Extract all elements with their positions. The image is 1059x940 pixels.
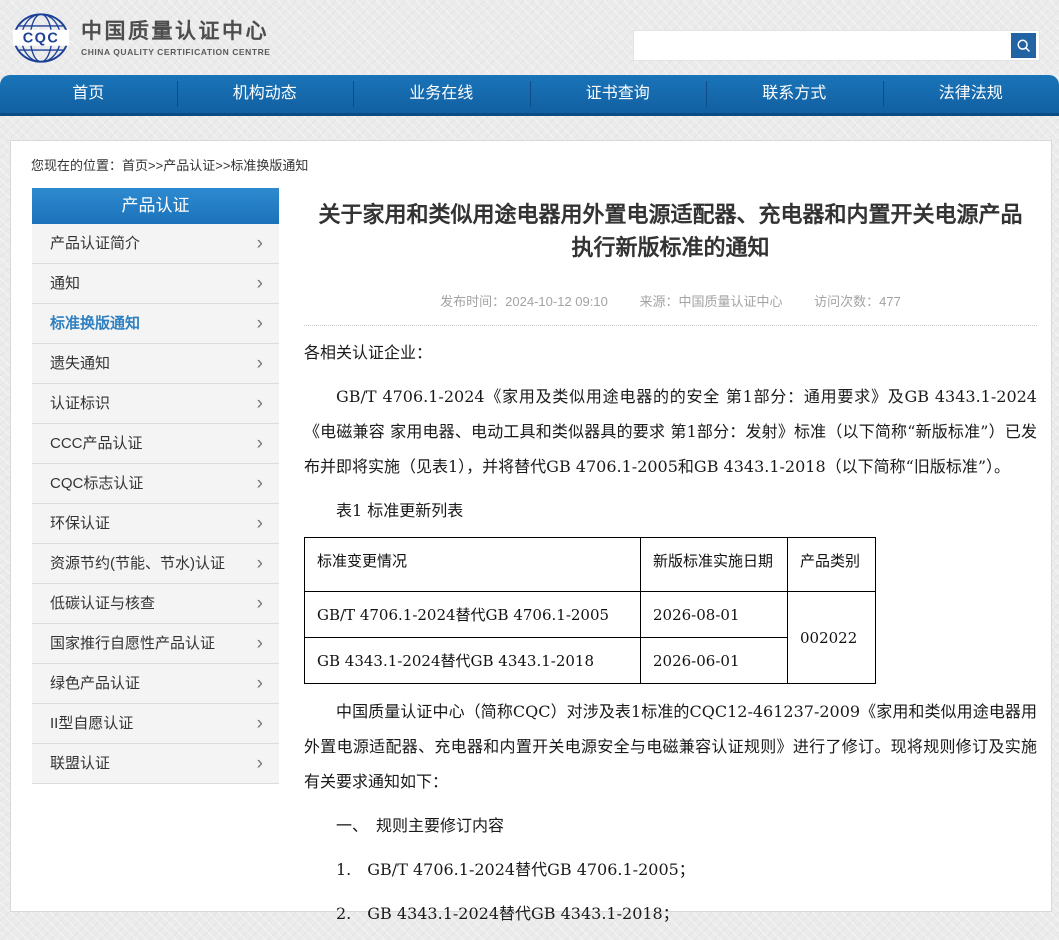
table-cell-date: 2026-06-01 <box>641 638 788 684</box>
nav-item-home[interactable]: 首页 <box>0 75 177 113</box>
chevron-right-icon: › <box>257 384 263 424</box>
search-input[interactable] <box>634 31 1039 60</box>
chevron-right-icon: › <box>257 344 263 384</box>
sidebar-item-environmental-cert[interactable]: 环保认证 › <box>32 504 279 544</box>
breadcrumb: 您现在的位置：首页>>产品认证>>标准换版通知 <box>11 141 1051 174</box>
table-header-row: 标准变更情况 新版标准实施日期 产品类别 <box>305 538 876 592</box>
publish-time-label: 发布时间： <box>440 294 505 309</box>
chevron-right-icon: › <box>257 704 263 744</box>
content-panel: 您现在的位置：首页>>产品认证>>标准换版通知 产品认证 产品认证简介 › 通知… <box>10 140 1052 912</box>
logo-acronym: CQC <box>23 30 60 46</box>
sidebar-item-type2-voluntary-cert[interactable]: II型自愿认证 › <box>32 704 279 744</box>
table-header-change: 标准变更情况 <box>305 538 641 592</box>
search-icon <box>1015 37 1032 54</box>
sidebar: 产品认证 产品认证简介 › 通知 › 标准换版通知 › 遗失通知 › 认证标识 … <box>32 188 279 784</box>
chevron-right-icon: › <box>257 584 263 624</box>
logo-title-en: CHINA QUALITY CERTIFICATION CENTRE <box>81 47 270 57</box>
breadcrumb-link-home[interactable]: 首页 <box>122 158 148 173</box>
chevron-right-icon: › <box>257 624 263 664</box>
sidebar-title: 产品认证 <box>32 188 279 224</box>
article-paragraph: GB/T 4706.1-2024《家用及类似用途电器的的安全 第1部分：通用要求… <box>304 379 1037 484</box>
publish-time-value: 2024-10-12 09:10 <box>505 294 608 309</box>
nav-item-contact[interactable]: 联系方式 <box>706 75 883 113</box>
breadcrumb-link-standard-change-notice[interactable]: 标准换版通知 <box>230 158 308 173</box>
cqc-globe-icon: CQC <box>12 9 70 67</box>
chevron-right-icon: › <box>257 304 263 344</box>
chevron-right-icon: › <box>257 224 263 264</box>
sidebar-item-notice[interactable]: 通知 › <box>32 264 279 304</box>
search-button[interactable] <box>1011 33 1036 58</box>
sidebar-item-national-voluntary-cert[interactable]: 国家推行自愿性产品认证 › <box>32 624 279 664</box>
chevron-right-icon: › <box>257 664 263 704</box>
article-paragraph: 各相关认证企业： <box>304 335 1037 370</box>
sidebar-item-cqc-mark-cert[interactable]: CQC标志认证 › <box>32 464 279 504</box>
table-header-date: 新版标准实施日期 <box>641 538 788 592</box>
nav-item-certificate-query[interactable]: 证书查询 <box>530 75 707 113</box>
table-cell-date: 2026-08-01 <box>641 592 788 638</box>
sidebar-item-alliance-cert[interactable]: 联盟认证 › <box>32 744 279 784</box>
chevron-right-icon: › <box>257 264 263 304</box>
sidebar-item-resource-saving-cert[interactable]: 资源节约(节能、节水)认证 › <box>32 544 279 584</box>
article-title: 关于家用和类似用途电器用外置电源适配器、充电器和内置开关电源产品执行新版标准的通… <box>310 198 1032 264</box>
breadcrumb-separator: >> <box>215 158 230 173</box>
divider <box>304 325 1037 326</box>
source-label: 来源： <box>639 294 678 309</box>
table-header-category: 产品类别 <box>788 538 876 592</box>
sidebar-item-loss-notice[interactable]: 遗失通知 › <box>32 344 279 384</box>
breadcrumb-link-product-certification[interactable]: 产品认证 <box>163 158 215 173</box>
sidebar-item-ccc-product-cert[interactable]: CCC产品认证 › <box>32 424 279 464</box>
main-nav: 首页 机构动态 业务在线 证书查询 联系方式 法律法规 <box>0 75 1059 116</box>
logo-text: 中国质量认证中心 CHINA QUALITY CERTIFICATION CEN… <box>81 20 270 57</box>
table-row: GB/T 4706.1-2024替代GB 4706.1-2005 2026-08… <box>305 592 876 638</box>
source-value: 中国质量认证中心 <box>678 294 782 309</box>
site-header: CQC 中国质量认证中心 CHINA QUALITY CERTIFICATION… <box>0 0 1059 75</box>
article: 关于家用和类似用途电器用外置电源适配器、充电器和内置开关电源产品执行新版标准的通… <box>304 188 1039 940</box>
chevron-right-icon: › <box>257 464 263 504</box>
nav-item-online-business[interactable]: 业务在线 <box>353 75 530 113</box>
table-caption: 表1 标准更新列表 <box>304 493 1037 528</box>
sidebar-item-product-cert-intro[interactable]: 产品认证简介 › <box>32 224 279 264</box>
table-cell-change: GB 4343.1-2024替代GB 4343.1-2018 <box>305 638 641 684</box>
search-box <box>633 30 1040 61</box>
nav-item-agency-news[interactable]: 机构动态 <box>177 75 354 113</box>
chevron-right-icon: › <box>257 504 263 544</box>
chevron-right-icon: › <box>257 424 263 464</box>
table-cell-category: 002022 <box>788 592 876 684</box>
sidebar-item-low-carbon-cert[interactable]: 低碳认证与核查 › <box>32 584 279 624</box>
logo[interactable]: CQC 中国质量认证中心 CHINA QUALITY CERTIFICATION… <box>12 9 270 67</box>
article-paragraph: 中国质量认证中心（简称CQC）对涉及表1标准的CQC12-461237-2009… <box>304 694 1037 799</box>
sidebar-item-green-product-cert[interactable]: 绿色产品认证 › <box>32 664 279 704</box>
article-list-item: 2. GB 4343.1-2024替代GB 4343.1-2018； <box>304 896 1037 931</box>
article-section-heading: 一、 规则主要修订内容 <box>304 808 1037 843</box>
layout: 产品认证 产品认证简介 › 通知 › 标准换版通知 › 遗失通知 › 认证标识 … <box>11 174 1051 940</box>
breadcrumb-separator: >> <box>148 158 163 173</box>
nav-item-laws[interactable]: 法律法规 <box>883 75 1059 113</box>
views-label: 访问次数： <box>814 294 879 309</box>
standards-table: 标准变更情况 新版标准实施日期 产品类别 GB/T 4706.1-2024替代G… <box>304 537 876 684</box>
chevron-right-icon: › <box>257 544 263 584</box>
article-meta: 发布时间：2024-10-12 09:10 来源：中国质量认证中心 访问次数：4… <box>304 291 1037 310</box>
sidebar-item-certification-mark[interactable]: 认证标识 › <box>32 384 279 424</box>
sidebar-item-standard-change-notice[interactable]: 标准换版通知 › <box>32 304 279 344</box>
logo-title-cn: 中国质量认证中心 <box>81 20 270 44</box>
table-cell-change: GB/T 4706.1-2024替代GB 4706.1-2005 <box>305 592 641 638</box>
chevron-right-icon: › <box>257 744 263 784</box>
breadcrumb-label: 您现在的位置： <box>31 158 122 173</box>
views-value: 477 <box>879 294 901 309</box>
